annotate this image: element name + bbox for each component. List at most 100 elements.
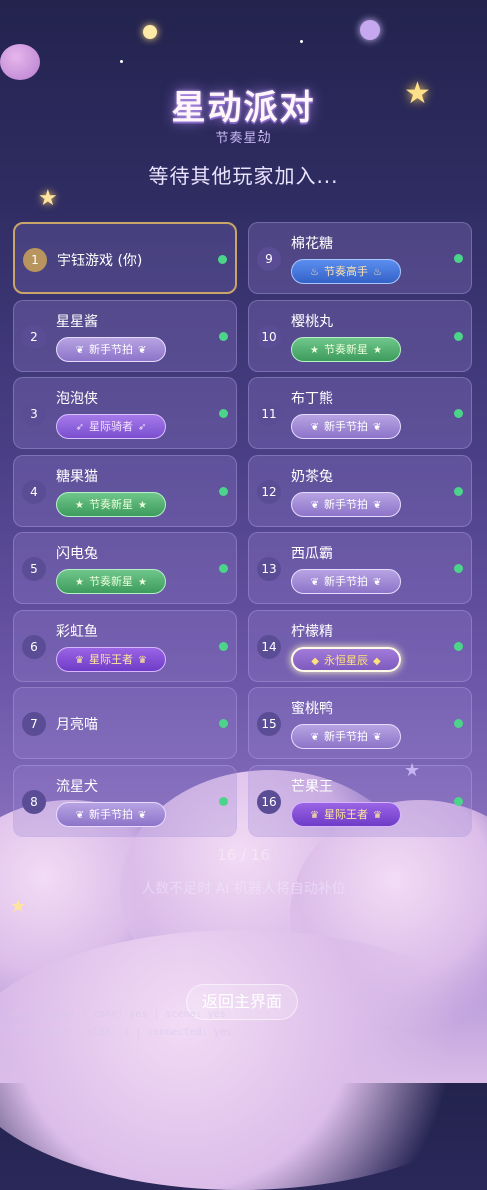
player-slot: 13 西瓜霸 ❦ 新手节拍 ❦ — [248, 532, 472, 604]
slot-number: 3 — [22, 402, 46, 426]
badge-label: 新手节拍 — [89, 807, 133, 821]
online-status-dot — [219, 331, 228, 341]
leaf-icon: ❦ — [310, 499, 319, 511]
player-name: 宇钰游戏 (你) — [57, 253, 143, 269]
player-name: 奶茶兔 — [291, 468, 333, 485]
player-name: 芒果王 — [291, 778, 333, 795]
badge-label: 星际王者 — [324, 807, 368, 821]
star-icon: ★ — [138, 499, 147, 511]
player-slot: 11 布丁熊 ❦ 新手节拍 ❦ — [248, 377, 472, 449]
crown-icon: ♛ — [75, 654, 84, 666]
ai-fill-hint: 人数不足时 AI 机器人将自动补位 — [141, 881, 346, 897]
player-name: 月亮喵 — [56, 717, 98, 733]
leaf-icon: ❦ — [310, 422, 319, 433]
slot-number: 11 — [257, 402, 281, 426]
slot-number: 14 — [257, 634, 281, 659]
badge-label: 星际骑者 — [89, 420, 133, 433]
player-slot: 14 柠檬精 ◆ 永恒星辰 ◆ — [248, 609, 472, 682]
rank-badge: ◆ 永恒星辰 ◆ — [291, 646, 401, 672]
slot-number: 16 — [257, 789, 281, 814]
player-slot: 1 宇钰游戏 (你) — [13, 222, 237, 294]
player-slot: 12 奶茶兔 ❦ 新手节拍 ❦ — [248, 454, 472, 527]
rank-badge: ❦ 新手节拍 ❦ — [291, 491, 401, 517]
player-slot: 10 樱桃丸 ★ 节奏新星 ★ — [248, 299, 472, 372]
rank-badge: ❦ 新手节拍 ❦ — [291, 569, 401, 594]
player-name: 布丁熊 — [291, 391, 333, 407]
badge-label: 节奏新星 — [89, 575, 133, 588]
rank-badge: ♛ 星际王者 ♛ — [56, 646, 166, 672]
online-status-dot — [219, 564, 228, 573]
player-count: 16 / 16 — [217, 846, 270, 864]
slot-number: 8 — [22, 789, 46, 814]
game-title: 星动派对 节奏星动 — [0, 80, 487, 146]
player-name: 流星犬 — [56, 778, 98, 795]
slot-number: 2 — [22, 324, 46, 349]
slot-number: 7 — [22, 712, 46, 736]
online-status-dot — [219, 719, 228, 728]
rank-badge: ★ 节奏新星 ★ — [291, 336, 401, 362]
debug-line-1: net: client | conn: yes | scene: yes — [9, 1009, 226, 1020]
online-status-dot — [454, 331, 463, 341]
star-icon: ★ — [138, 577, 147, 588]
leaf-icon: ❦ — [138, 344, 147, 356]
player-slot: 8 流星犬 ❦ 新手节拍 ❦ — [13, 764, 237, 837]
badge-label: 新手节拍 — [324, 575, 368, 588]
gem-icon: ◆ — [311, 655, 319, 667]
slot-number: 9 — [257, 247, 281, 271]
slot-number: 13 — [257, 557, 281, 581]
online-status-dot — [454, 796, 463, 806]
leaf-icon: ❦ — [373, 499, 382, 511]
flame-icon: ♨ — [373, 267, 382, 278]
online-status-dot — [219, 486, 228, 496]
online-status-dot — [454, 564, 463, 573]
player-name: 星星酱 — [56, 313, 98, 330]
player-name: 蜜桃鸭 — [291, 701, 333, 717]
online-status-dot — [218, 255, 227, 264]
player-slot: 6 彩虹鱼 ♛ 星际王者 ♛ — [13, 609, 237, 682]
player-slot: 5 闪电兔 ★ 节奏新星 ★ — [13, 532, 237, 604]
rank-badge: ❦ 新手节拍 ❦ — [56, 801, 166, 827]
player-name: 闪电兔 — [56, 546, 98, 562]
leaf-icon: ❦ — [373, 732, 382, 743]
flame-icon: ♨ — [310, 267, 319, 278]
online-status-dot — [454, 719, 463, 728]
rank-badge: ❦ 新手节拍 ❦ — [56, 336, 166, 362]
subtitle-text: 节奏星动 — [215, 131, 272, 146]
online-status-dot — [219, 641, 228, 651]
player-slot: 2 星星酱 ❦ 新手节拍 ❦ — [13, 299, 237, 372]
player-slot: 7 月亮喵 — [13, 687, 237, 759]
star-icon: ★ — [310, 344, 319, 356]
rank-badge: ➶ 星际骑者 ➶ — [56, 414, 166, 439]
badge-label: 节奏新星 — [324, 342, 368, 356]
crown-icon: ♛ — [373, 809, 382, 821]
badge-label: 新手节拍 — [324, 730, 368, 743]
slot-number: 10 — [257, 324, 281, 349]
badge-label: 新手节拍 — [89, 342, 133, 356]
slot-number: 5 — [22, 557, 46, 581]
crown-icon: ♛ — [310, 809, 319, 821]
star-icon: ★ — [75, 499, 84, 511]
player-name: 西瓜霸 — [291, 546, 333, 562]
slot-number: 4 — [22, 479, 46, 504]
badge-label: 节奏高手 — [324, 265, 368, 278]
player-slot: 15 蜜桃鸭 ❦ 新手节拍 ❦ — [248, 687, 472, 759]
star-icon: ★ — [10, 896, 27, 917]
online-status-dot — [454, 486, 463, 496]
feather-icon: ➶ — [138, 422, 147, 433]
slot-number: 6 — [22, 634, 46, 659]
online-status-dot — [219, 409, 228, 418]
rank-badge: ❦ 新手节拍 ❦ — [291, 414, 401, 439]
online-status-dot — [454, 409, 463, 418]
star-icon: ★ — [373, 344, 382, 356]
player-name: 彩虹鱼 — [56, 623, 98, 640]
crown-icon: ♛ — [138, 654, 147, 666]
star-icon: ★ — [75, 577, 84, 588]
leaf-icon: ❦ — [373, 422, 382, 433]
player-name: 泡泡侠 — [56, 391, 98, 407]
slot-number: 1 — [23, 248, 47, 272]
player-slot: 9 棉花糖 ♨ 节奏高手 ♨ — [248, 222, 472, 294]
gem-icon: ◆ — [373, 655, 381, 667]
leaf-icon: ❦ — [310, 732, 319, 743]
player-name: 棉花糖 — [291, 236, 333, 252]
player-name: 樱桃丸 — [291, 313, 333, 330]
